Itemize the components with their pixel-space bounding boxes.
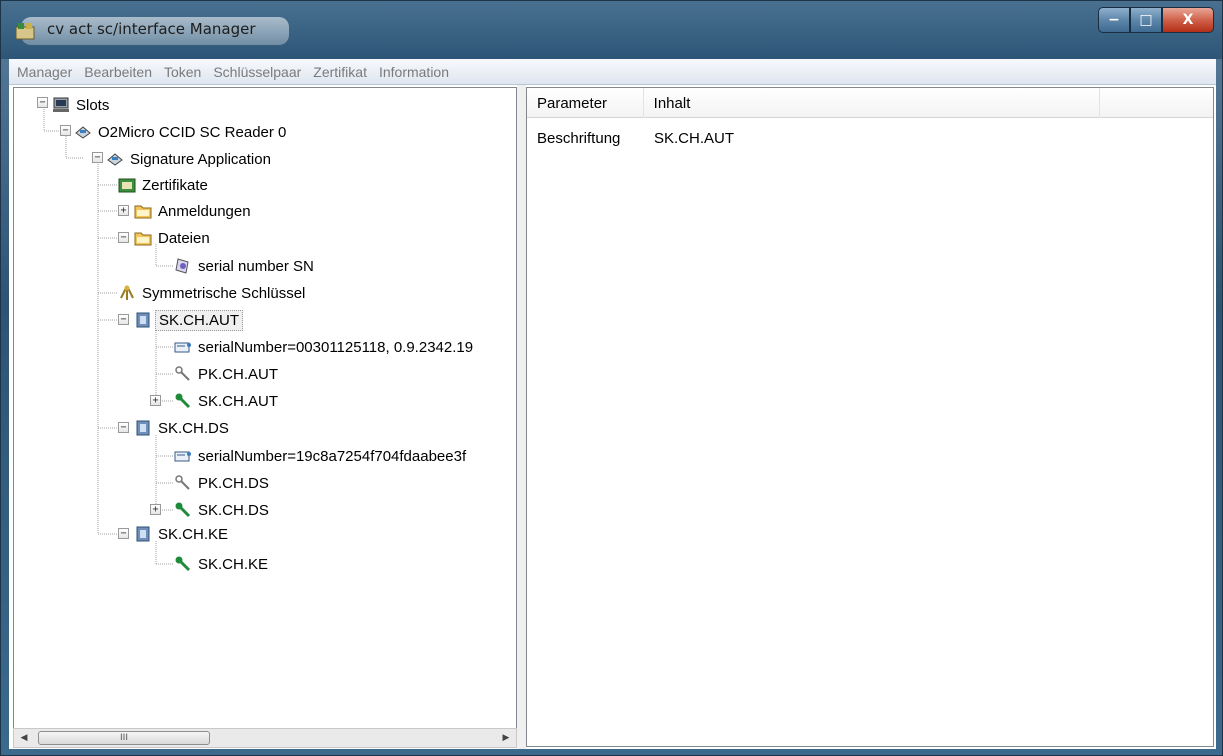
tree-node-sk-ch-aut[interactable]: SK.CH.AUT xyxy=(134,307,244,333)
collapse-ke-toggle[interactable]: − xyxy=(118,528,129,539)
tree-label: SK.CH.AUT xyxy=(155,309,244,331)
tree-node-aut-certificate[interactable]: serialNumber=00301125118, 0.9.2342.19 xyxy=(174,334,476,360)
cell-parameter: Beschriftung xyxy=(537,129,621,147)
key-container-icon xyxy=(136,526,150,542)
tree-label: PK.CH.AUT xyxy=(198,365,279,383)
tree-node-dateien[interactable]: Dateien xyxy=(134,225,213,251)
cell-inhalt: SK.CH.AUT xyxy=(654,129,735,147)
key-container-icon xyxy=(136,420,150,436)
tree-label: Slots xyxy=(76,96,110,114)
tree-label: Symmetrische Schlüssel xyxy=(142,284,306,302)
tree-label: SK.CH.KE xyxy=(158,525,229,543)
private-key-icon xyxy=(175,502,191,518)
scroll-thumb[interactable]: III xyxy=(38,731,210,745)
scroll-left-button[interactable]: ◀ xyxy=(14,729,34,747)
menu-token[interactable]: Token xyxy=(160,64,209,80)
tree-label: Anmeldungen xyxy=(158,202,251,220)
folder-icon xyxy=(134,232,152,246)
tree-label: SK.CH.KE xyxy=(198,555,269,573)
app-icon xyxy=(15,23,35,40)
expand-sk-aut-toggle[interactable]: + xyxy=(150,395,161,406)
maximize-button[interactable]: □ xyxy=(1130,7,1162,33)
list-header: Parameter Inhalt xyxy=(527,88,1213,118)
private-key-icon xyxy=(175,393,191,409)
scroll-right-button[interactable]: ▶ xyxy=(496,729,516,747)
tree-node-sk-ch-ds[interactable]: SK.CH.DS xyxy=(134,415,232,441)
menu-zertifikat[interactable]: Zertifikat xyxy=(309,64,375,80)
tree-label: SK.CH.DS xyxy=(158,419,229,437)
expand-anmeldungen-toggle[interactable]: + xyxy=(118,205,129,216)
close-button[interactable]: X xyxy=(1162,7,1214,33)
tree-node-zertifikate[interactable]: Zertifikate xyxy=(118,172,211,198)
tree-label: Signature Application xyxy=(130,150,271,168)
pane-splitter[interactable] xyxy=(517,85,526,749)
tree-label: SK.CH.AUT xyxy=(198,392,279,410)
tree-node-ds-certificate[interactable]: serialNumber=19c8a7254f704fdaabee3f xyxy=(174,443,469,469)
list-row[interactable]: Beschriftung SK.CH.AUT xyxy=(527,126,734,150)
tree-node-slots[interactable]: Slots xyxy=(52,92,112,118)
computer-icon xyxy=(53,97,69,112)
collapse-reader-toggle[interactable]: − xyxy=(60,125,71,136)
menu-information[interactable]: Information xyxy=(375,64,457,80)
tree-node-sk-aut-key[interactable]: SK.CH.AUT xyxy=(174,388,281,414)
collapse-aut-toggle[interactable]: − xyxy=(118,314,129,325)
card-reader-icon xyxy=(75,126,91,139)
keys-icon xyxy=(120,285,134,300)
certificate-icon xyxy=(174,342,191,353)
tree-node-sk-ch-ke[interactable]: SK.CH.KE xyxy=(134,521,231,547)
tree-node-anmeldungen[interactable]: Anmeldungen xyxy=(134,198,254,224)
tree-label: Dateien xyxy=(158,229,210,247)
tree-label: O2Micro CCID SC Reader 0 xyxy=(98,123,287,141)
tree-label: serialNumber=00301125118, 0.9.2342.19 xyxy=(198,338,474,356)
tree-node-reader[interactable]: O2Micro CCID SC Reader 0 xyxy=(74,119,289,145)
key-container-icon xyxy=(136,312,150,328)
card-reader-icon xyxy=(107,153,123,166)
details-list-view[interactable]: Parameter Inhalt Beschriftung SK.CH.AUT xyxy=(526,87,1214,747)
column-header-empty xyxy=(1100,88,1213,118)
certificate-folder-icon xyxy=(118,178,136,193)
minimize-button[interactable]: − xyxy=(1098,7,1130,33)
window-title: cv act sc/interface Manager xyxy=(21,17,289,45)
public-key-icon xyxy=(175,475,190,490)
tree-label: serial number SN xyxy=(198,257,314,275)
tree-node-serial-file[interactable]: serial number SN xyxy=(174,253,317,279)
file-icon xyxy=(175,258,189,274)
folder-icon xyxy=(134,205,152,219)
tree-label: PK.CH.DS xyxy=(198,474,269,492)
collapse-dateien-toggle[interactable]: − xyxy=(118,232,129,243)
title-bar[interactable]: cv act sc/interface Manager − □ X xyxy=(1,1,1222,59)
tree-node-sk-ke-key[interactable]: SK.CH.KE xyxy=(174,551,271,577)
collapse-ds-toggle[interactable]: − xyxy=(118,422,129,433)
menu-bearbeiten[interactable]: Bearbeiten xyxy=(80,64,160,80)
app-window: cv act sc/interface Manager − □ X Manage… xyxy=(0,0,1223,756)
column-header-inhalt[interactable]: Inhalt xyxy=(644,88,1101,118)
certificate-icon xyxy=(174,451,191,462)
tree-node-symmetric-keys[interactable]: Symmetrische Schlüssel xyxy=(118,280,308,306)
collapse-slots-toggle[interactable]: − xyxy=(37,97,48,108)
tree-node-pk-ch-ds[interactable]: PK.CH.DS xyxy=(174,470,272,496)
tree-label: SK.CH.DS xyxy=(198,501,269,519)
menu-schluesselpaar[interactable]: Schlüsselpaar xyxy=(209,64,309,80)
tree-label: serialNumber=19c8a7254f704fdaabee3f xyxy=(198,447,467,465)
tree-label: Zertifikate xyxy=(142,176,208,194)
public-key-icon xyxy=(175,366,190,381)
tree-view[interactable]: − − − + − − + − + − Slots O2Micro CCID S… xyxy=(13,87,517,747)
caption-buttons: − □ X xyxy=(1098,7,1214,33)
private-key-icon xyxy=(175,556,191,572)
tree-node-pk-ch-aut[interactable]: PK.CH.AUT xyxy=(174,361,281,387)
horizontal-scrollbar[interactable]: ◀ III ▶ xyxy=(13,728,517,748)
collapse-app-toggle[interactable]: − xyxy=(92,152,103,163)
tree-node-sk-ds-key[interactable]: SK.CH.DS xyxy=(174,497,272,523)
tree-node-app[interactable]: Signature Application xyxy=(106,146,274,172)
column-header-parameter[interactable]: Parameter xyxy=(527,88,644,118)
menu-bar: Manager Bearbeiten Token Schlüsselpaar Z… xyxy=(9,59,1216,85)
expand-sk-ds-toggle[interactable]: + xyxy=(150,504,161,515)
menu-manager[interactable]: Manager xyxy=(13,64,80,80)
